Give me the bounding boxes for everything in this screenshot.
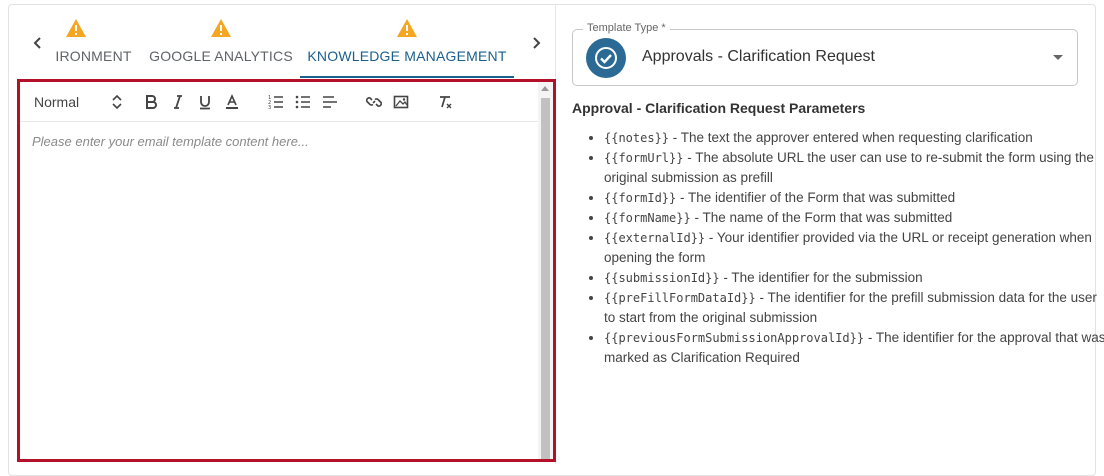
text-color-icon: [226, 93, 238, 109]
select-arrows-icon: [112, 94, 122, 109]
tab-label: KNOWLEDGE MANAGEMENT: [307, 48, 507, 64]
tab-bar: ENVIRONMENT GOOGLE ANALYTICS KNOWLEDGE M…: [18, 8, 554, 78]
param-code: {{externalId}}: [604, 231, 706, 245]
warning-icon: [211, 19, 231, 37]
tabs-scroll-left-button[interactable]: [28, 32, 48, 54]
param-desc: - The name of the Form that was submitte…: [690, 210, 953, 225]
warning-icon: [397, 19, 417, 37]
tab-label: GOOGLE ANALYTICS: [149, 48, 293, 64]
editor-placeholder: Please enter your email template content…: [32, 134, 309, 149]
param-code: {{submissionId}}: [604, 271, 720, 285]
param-code: {{formName}}: [604, 211, 691, 225]
svg-text:3: 3: [268, 105, 271, 110]
heading-format-select[interactable]: Normal: [34, 92, 122, 112]
parameters-list: {{notes}} - The text the approver entere…: [572, 128, 1104, 368]
chevron-right-icon: [533, 37, 541, 49]
template-type-value: Approvals - Clarification Request: [642, 48, 875, 65]
link-icon: [366, 96, 382, 107]
editor-toolbar: Normal 123: [20, 82, 538, 122]
param-code: {{formUrl}}: [604, 151, 684, 165]
list-item: {{submissionId}} - The identifier for th…: [604, 268, 1104, 288]
parameters-title: Approval - Clarification Request Paramet…: [572, 100, 866, 116]
image-icon: [393, 95, 409, 108]
param-desc: - The identifier for the submission: [719, 270, 923, 285]
list-item: {{previousFormSubmissionApprovalId}} - T…: [604, 328, 1104, 368]
tabs-scroll-right-button[interactable]: [526, 32, 546, 54]
bullet-list-icon: [295, 95, 310, 108]
template-type-label: Template Type *: [583, 22, 670, 34]
scrollbar-thumb[interactable]: [541, 98, 550, 459]
tab-knowledge-management[interactable]: KNOWLEDGE MANAGEMENT: [300, 8, 514, 78]
param-code: {{previousFormSubmissionApprovalId}}: [604, 331, 865, 345]
bold-icon: [146, 94, 157, 109]
check-circle-icon: [586, 38, 626, 78]
underline-button[interactable]: [194, 91, 216, 113]
editor-scrollbar[interactable]: [538, 82, 553, 459]
param-code: {{preFillFormDataId}}: [604, 291, 756, 305]
template-type-select[interactable]: Template Type * Approvals - Clarificatio…: [572, 22, 1078, 86]
dropdown-caret-icon[interactable]: [1053, 55, 1063, 60]
param-desc: - The identifier of the Form that was su…: [676, 190, 956, 205]
ordered-list-button[interactable]: 123: [265, 91, 287, 113]
align-button[interactable]: [319, 91, 341, 113]
list-item: {{formUrl}} - The absolute URL the user …: [604, 148, 1104, 188]
list-item: {{preFillFormDataId}} - The identifier f…: [604, 288, 1104, 328]
list-item: {{formId}} - The identifier of the Form …: [604, 188, 1104, 208]
image-button[interactable]: [390, 91, 412, 113]
ordered-list-icon: 123: [268, 95, 283, 110]
clear-format-button[interactable]: [434, 91, 456, 113]
param-code: {{formId}}: [604, 191, 677, 205]
param-desc: - The text the approver entered when req…: [669, 130, 1033, 145]
list-item: {{notes}} - The text the approver entere…: [604, 128, 1104, 148]
text-color-button[interactable]: [221, 91, 243, 113]
list-item: {{formName}} - The name of the Form that…: [604, 208, 1104, 228]
italic-icon: [174, 94, 182, 109]
tabs-viewport: ENVIRONMENT GOOGLE ANALYTICS KNOWLEDGE M…: [56, 8, 520, 78]
align-icon: [323, 95, 337, 108]
scroll-up-arrow-icon[interactable]: [541, 86, 549, 91]
email-template-editor[interactable]: Normal 123 Please enter your email templ…: [17, 79, 556, 462]
param-code: {{notes}}: [604, 131, 670, 145]
tab-environment[interactable]: ENVIRONMENT: [56, 8, 132, 78]
bullet-list-button[interactable]: [292, 91, 314, 113]
warning-icon: [66, 19, 86, 37]
underline-icon: [200, 95, 210, 109]
clear-format-icon: [440, 95, 452, 108]
link-button[interactable]: [363, 91, 385, 113]
tab-label: ENVIRONMENT: [56, 48, 132, 64]
italic-button[interactable]: [167, 91, 189, 113]
tab-google-analytics[interactable]: GOOGLE ANALYTICS: [146, 8, 296, 78]
list-item: {{externalId}} - Your identifier provide…: [604, 228, 1104, 268]
format-select-value: Normal: [34, 93, 80, 110]
chevron-left-icon: [33, 37, 41, 49]
bold-button[interactable]: [140, 91, 162, 113]
active-tab-indicator: [300, 76, 514, 78]
